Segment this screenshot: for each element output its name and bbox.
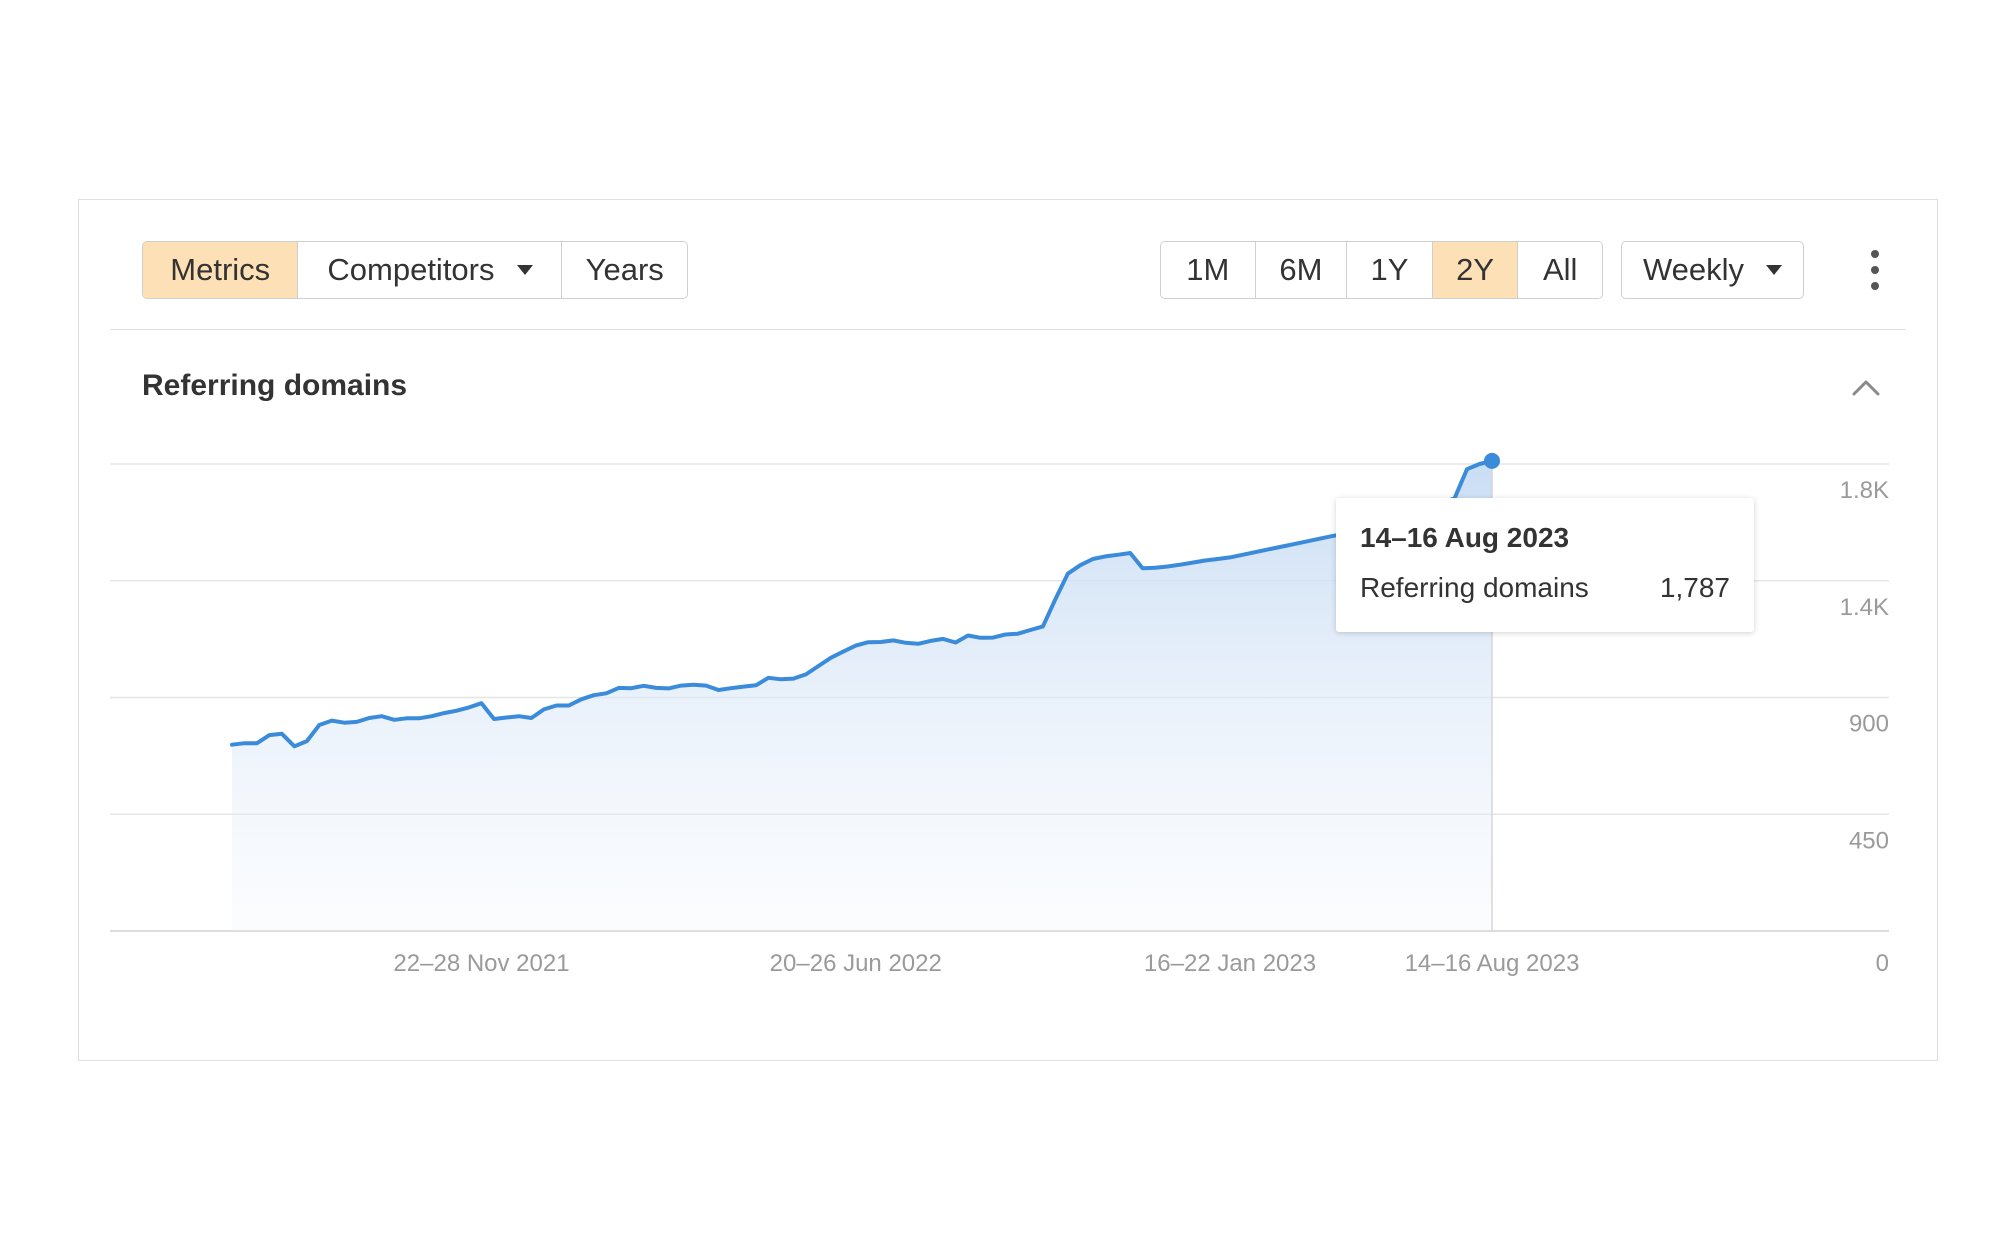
y-tick-label: 1.8K bbox=[1840, 477, 1889, 504]
tooltip-row: Referring domains 1,787 bbox=[1360, 572, 1730, 604]
y-tick-label: 0 bbox=[1876, 950, 1889, 977]
highlighted-point[interactable] bbox=[1484, 452, 1500, 469]
x-tick-label: 14–16 Aug 2023 bbox=[1405, 950, 1580, 977]
x-tick-label: 22–28 Nov 2021 bbox=[393, 950, 569, 977]
x-tick-label: 16–22 Jan 2023 bbox=[1144, 950, 1316, 977]
chart-tooltip: 14–16 Aug 2023 Referring domains 1,787 bbox=[1336, 498, 1754, 632]
y-axis-ticks: 0 450 900 1.4K 1.8K bbox=[1840, 477, 1889, 977]
metrics-panel: Metrics Competitors Years 1M 6M 1Y 2Y Al… bbox=[78, 199, 1938, 1061]
tooltip-date: 14–16 Aug 2023 bbox=[1360, 522, 1570, 553]
tooltip-metric-label: Referring domains bbox=[1360, 572, 1589, 603]
y-tick-label: 900 bbox=[1849, 711, 1889, 738]
area-fill bbox=[232, 460, 1492, 931]
y-tick-label: 450 bbox=[1849, 827, 1889, 854]
tooltip-metric-value: 1,787 bbox=[1659, 572, 1730, 603]
x-axis-ticks: 22–28 Nov 2021 20–26 Jun 2022 16–22 Jan 20… bbox=[393, 950, 1579, 977]
y-tick-label: 1.4K bbox=[1840, 594, 1889, 621]
x-tick-label: 20–26 Jun 2022 bbox=[770, 950, 942, 977]
